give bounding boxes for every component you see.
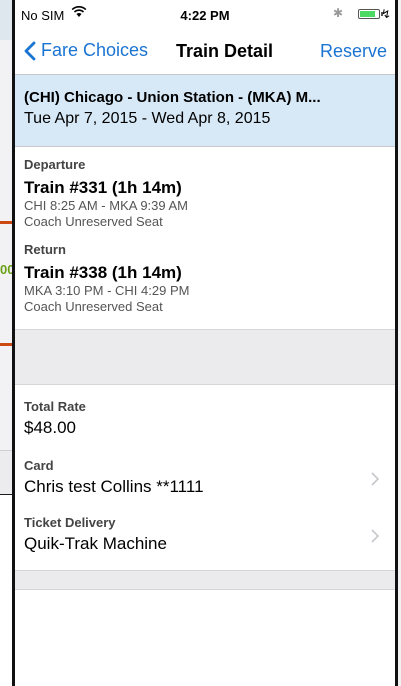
navigation-bar: Fare Choices Train Detail Reserve bbox=[15, 28, 395, 75]
return-section: Return Train #338 (1h 14m) MKA 3:10 PM -… bbox=[15, 230, 395, 315]
chevron-right-icon bbox=[371, 472, 379, 486]
reserve-button[interactable]: Reserve bbox=[320, 41, 387, 62]
card-value: Chris test Collins **1111 bbox=[24, 477, 204, 496]
chevron-right-icon bbox=[371, 529, 379, 543]
departure-times: CHI 8:25 AM - MKA 9:39 AM bbox=[24, 198, 189, 213]
bluetooth-icon: ✱ bbox=[332, 6, 343, 20]
ticket-delivery-label: Ticket Delivery bbox=[24, 515, 116, 530]
ticket-delivery-value: Quik-Trak Machine bbox=[24, 534, 167, 553]
background-route-line bbox=[0, 343, 12, 346]
departure-label: Departure bbox=[24, 157, 86, 172]
background-header bbox=[0, 0, 12, 40]
background-row bbox=[0, 450, 12, 497]
total-rate-row: Total Rate $48.00 bbox=[15, 385, 395, 438]
departure-section: Departure Train #331 (1h 14m) CHI 8:25 A… bbox=[15, 147, 395, 230]
route-title: (CHI) Chicago - Union Station - (MKA) M.… bbox=[24, 89, 321, 106]
departure-train: Train #331 (1h 14m) bbox=[24, 178, 182, 197]
route-banner: (CHI) Chicago - Union Station - (MKA) M.… bbox=[15, 75, 395, 147]
card-label: Card bbox=[24, 458, 54, 473]
total-rate-value: $48.00 bbox=[24, 418, 76, 437]
background-route-line bbox=[0, 221, 12, 224]
status-bar: No SIM 4:22 PM ✱ ↯ bbox=[15, 0, 395, 28]
return-seat: Coach Unreserved Seat bbox=[24, 299, 163, 314]
battery-icon bbox=[358, 9, 383, 19]
return-train: Train #338 (1h 14m) bbox=[24, 263, 182, 282]
travel-dates: Tue Apr 7, 2015 - Wed Apr 8, 2015 bbox=[24, 110, 271, 127]
phone-screen: No SIM 4:22 PM ✱ ↯ Fare Choices Train De… bbox=[12, 0, 398, 686]
page-title: Train Detail bbox=[176, 41, 274, 61]
total-rate-label: Total Rate bbox=[24, 399, 86, 414]
back-button[interactable]: Fare Choices bbox=[23, 40, 148, 61]
chevron-left-icon bbox=[24, 41, 36, 60]
charging-bolt-icon: ↯ bbox=[380, 7, 391, 21]
return-times: MKA 3:10 PM - CHI 4:29 PM bbox=[24, 283, 190, 298]
return-label: Return bbox=[24, 242, 66, 257]
back-button-label: Fare Choices bbox=[41, 40, 149, 60]
card-row[interactable]: Card Chris test Collins **1111 bbox=[15, 438, 395, 497]
section-separator bbox=[15, 329, 395, 385]
bottom-separator bbox=[15, 570, 395, 590]
ticket-delivery-row[interactable]: Ticket Delivery Quik-Trak Machine bbox=[15, 497, 395, 554]
departure-seat: Coach Unreserved Seat bbox=[24, 214, 163, 229]
